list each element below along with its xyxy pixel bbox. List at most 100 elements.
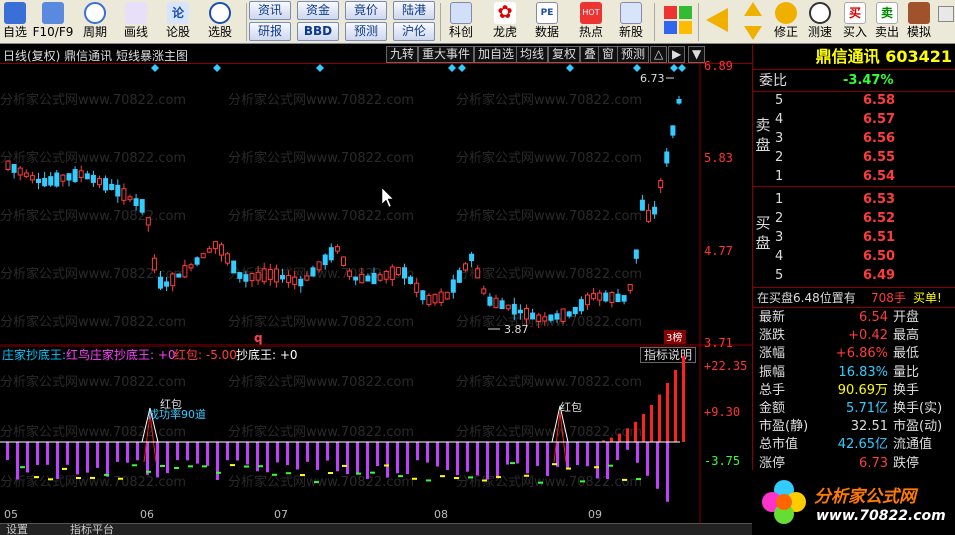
toolbar-button-new-stock[interactable]: 新股	[614, 1, 648, 43]
toolbar-button-period[interactable]: 周期	[76, 1, 114, 43]
candle-body	[267, 268, 273, 280]
toolbar-button-buy[interactable]: 买 买入	[840, 1, 870, 43]
candle-body	[420, 290, 426, 301]
candle-body	[548, 314, 554, 321]
indicator-bar	[536, 442, 539, 466]
btn-forecast[interactable]: 预测	[345, 22, 387, 41]
toolbar-button-dragon-tiger[interactable]: ✿ 龙虎	[488, 1, 522, 43]
indicator-chart[interactable]: 分析家公式网www.70822.com 分析家公式网www.70822.com 分析…	[0, 346, 752, 523]
indicator-dot	[342, 464, 347, 467]
order-level: 3	[775, 131, 784, 146]
watermark-text: 分析家公式网www.70822.com	[456, 374, 642, 390]
sell-order-row[interactable]: 5 6.58	[773, 92, 955, 110]
btn-overlay[interactable]: 叠	[580, 46, 601, 63]
btn-bbd[interactable]: BBD	[297, 22, 339, 41]
btn-adjust[interactable]: 复权	[548, 46, 581, 63]
btn-major-events[interactable]: 重大事件	[418, 46, 475, 63]
indicator-bar	[636, 442, 639, 463]
toolbar-button-data[interactable]: PE 数据	[530, 1, 564, 43]
buy-order-row[interactable]: 1 6.53	[773, 191, 955, 209]
indicator-dot	[454, 477, 459, 480]
btn-add-watchlist[interactable]: 加自选	[474, 46, 519, 63]
candle-body	[231, 260, 237, 274]
candle-body	[188, 264, 194, 269]
sell-order-row[interactable]: 3 6.56	[773, 130, 955, 148]
stat-key-2: 市盈(动)	[893, 419, 943, 435]
window-grid-icon[interactable]	[664, 6, 692, 34]
lock-icon[interactable]: △	[650, 46, 668, 63]
toolbar-button-draw[interactable]: 画线	[118, 1, 154, 43]
toolbar-button-star-market[interactable]: 科创	[444, 1, 478, 43]
buy-order-row[interactable]: 2 6.52	[773, 210, 955, 228]
tab-settings[interactable]: 设置	[6, 524, 28, 535]
stat-key: 振幅	[759, 364, 786, 380]
toolbar-button-hot[interactable]: HOT 热点	[574, 1, 608, 43]
toolbar-button-speed[interactable]: 测速	[804, 1, 836, 43]
btn-news[interactable]: 资讯	[249, 1, 291, 20]
candle-body	[371, 272, 377, 285]
q-marker: q	[254, 331, 263, 345]
toolbar-button-discuss[interactable]: 论 论股	[160, 1, 196, 43]
indicator-dot	[580, 480, 585, 483]
indicator-bar	[576, 442, 579, 465]
btn-predict[interactable]: 预测	[617, 46, 650, 63]
candle-body	[560, 308, 566, 322]
svg-text:06: 06	[140, 508, 154, 521]
buy-order-row[interactable]: 3 6.51	[773, 229, 955, 247]
indicator-bar	[126, 442, 129, 463]
buy-order-row[interactable]: 4 6.50	[773, 248, 955, 266]
collapse-icon[interactable]: ▶	[668, 46, 686, 63]
stat-row: 涨跌 +0.42 最高	[753, 327, 955, 345]
overflow-icon[interactable]	[938, 6, 954, 22]
indicator-bar	[466, 442, 469, 472]
candle-body	[292, 276, 298, 285]
toolbar-button-f10[interactable]: F10/F9	[32, 1, 74, 43]
sell-order-row[interactable]: 4 6.57	[773, 111, 955, 129]
toolbar-button-correct[interactable]: 修正	[770, 1, 802, 43]
btn-shanghai-london[interactable]: 沪伦	[393, 22, 435, 41]
indicator-dot	[216, 471, 221, 474]
indicator-bar	[226, 442, 229, 461]
sell-side-label: 卖盘	[755, 116, 771, 154]
stat-key: 市盈(静)	[759, 419, 809, 435]
toolbar-separator	[698, 3, 699, 41]
toolbar-button-stock-pick[interactable]: 选股	[200, 1, 240, 43]
btn-moving-average[interactable]: 均线	[516, 46, 549, 63]
indicator-dot	[594, 466, 599, 469]
toolbar-button-sell[interactable]: 卖 卖出	[872, 1, 902, 43]
btn-auction[interactable]: 竟价	[345, 1, 387, 20]
stat-value: 90.69万	[837, 382, 888, 398]
toolbar-button-simulate[interactable]: 模拟	[904, 1, 934, 43]
toolbar-button-self-select[interactable]: 自选	[0, 1, 30, 43]
candle-body	[463, 263, 468, 271]
btn-window[interactable]: 窗	[598, 46, 619, 63]
btn-research[interactable]: 研报	[249, 22, 291, 41]
down-arrow-icon[interactable]	[744, 26, 762, 40]
candle-body	[127, 196, 133, 201]
site-logo: 分析家公式网 www.70822.com	[752, 470, 955, 535]
candle-body	[652, 206, 658, 215]
svg-text:05: 05	[4, 508, 18, 521]
btn-nine-turn[interactable]: 九转	[386, 46, 419, 63]
candle-body	[54, 172, 60, 187]
indicator-bar	[216, 442, 219, 480]
svg-text:08: 08	[434, 508, 448, 521]
chevron-down-icon[interactable]: ▼	[688, 46, 706, 63]
btn-hk-connect[interactable]: 陆港	[393, 1, 435, 20]
up-arrow-icon[interactable]	[744, 2, 762, 16]
new-stock-icon	[620, 2, 642, 24]
sell-order-row[interactable]: 2 6.55	[773, 149, 955, 167]
candle-body	[11, 163, 17, 173]
candle-body	[237, 272, 243, 279]
btn-funds[interactable]: 资金	[297, 1, 339, 20]
back-arrow-icon[interactable]	[706, 8, 728, 32]
indicator-red-bar	[634, 421, 637, 442]
sell-order-row[interactable]: 1 6.54	[773, 168, 955, 186]
tab-indicator-platform[interactable]: 指标平台	[70, 524, 114, 535]
buy-order-row[interactable]: 5 6.49	[773, 267, 955, 285]
indicator-dot	[48, 478, 53, 481]
stat-key-2: 流通值	[893, 437, 933, 453]
candle-body	[23, 172, 29, 177]
indicator-bar	[456, 442, 459, 476]
candlestick-chart[interactable]: 分析家公式网www.70822.com 分析家公式网www.70822.com 分析…	[0, 64, 752, 346]
